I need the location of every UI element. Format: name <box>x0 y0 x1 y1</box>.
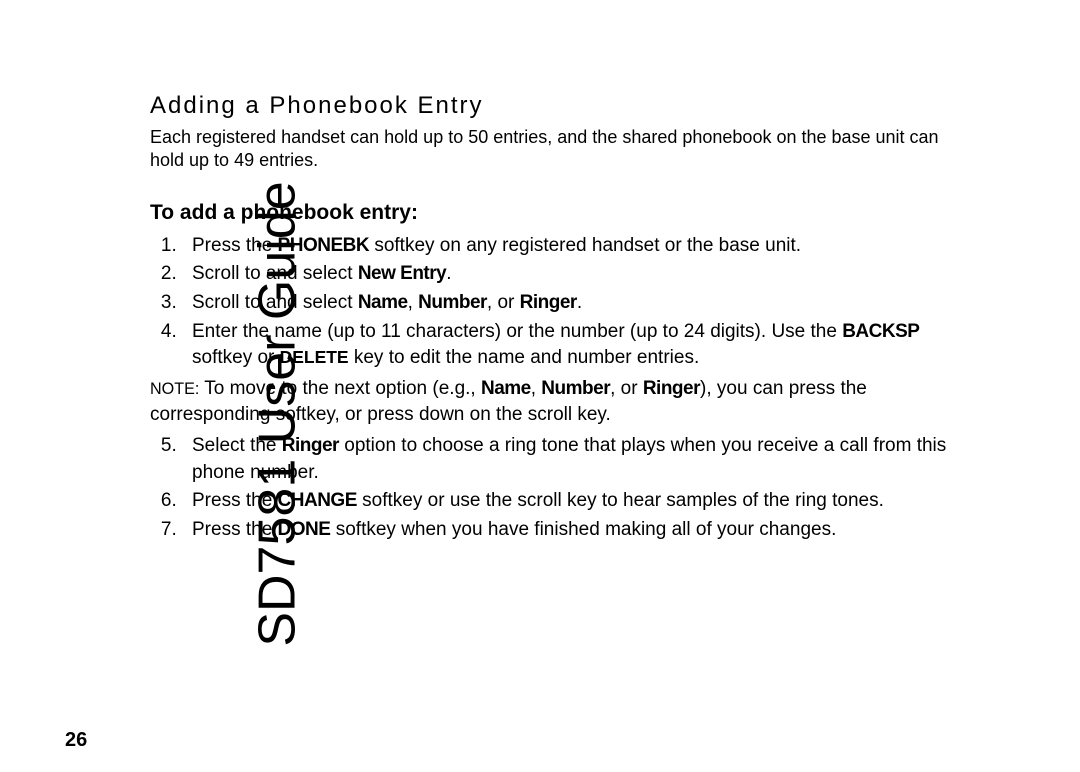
field-number: Number <box>418 292 487 313</box>
page-content: Adding a Phonebook Entry Each registered… <box>150 92 960 545</box>
step-1: Press the PHONEBK softkey on any registe… <box>182 233 960 260</box>
menu-new-entry: New Entry <box>358 263 446 284</box>
field-name: Name <box>358 292 408 313</box>
field-name: Name <box>481 378 531 399</box>
instruction-list-continued: Select the Ringer option to choose a rin… <box>150 433 960 543</box>
step-6: Press the CHANGE softkey or use the scro… <box>182 488 960 515</box>
note-block: NOTE: To move to the next option (e.g., … <box>150 376 960 429</box>
sub-heading: To add a phonebook entry: <box>150 201 960 225</box>
note-label: NOTE: <box>150 380 199 398</box>
field-number: Number <box>541 378 610 399</box>
instruction-list: Press the PHONEBK softkey on any registe… <box>150 233 960 372</box>
step-7: Press the DONE softkey when you have fin… <box>182 517 960 544</box>
page-number: 26 <box>65 729 87 752</box>
step-4: Enter the name (up to 11 characters) or … <box>182 319 960 372</box>
step-2: Scroll to and select New Entry. <box>182 261 960 288</box>
key-delete: DELETE <box>280 347 349 367</box>
section-heading: Adding a Phonebook Entry <box>150 92 960 120</box>
field-ringer: Ringer <box>282 435 339 456</box>
intro-paragraph: Each registered handset can hold up to 5… <box>150 126 960 173</box>
step-3: Scroll to and select Name, Number, or Ri… <box>182 290 960 317</box>
softkey-change: CHANGE <box>278 490 357 511</box>
step-5: Select the Ringer option to choose a rin… <box>182 433 960 486</box>
softkey-done: DONE <box>278 519 331 540</box>
field-ringer: Ringer <box>520 292 577 313</box>
softkey-backsp: BACKSP <box>842 321 919 342</box>
field-ringer: Ringer <box>643 378 700 399</box>
softkey-phonebk: PHONEBK <box>278 235 370 256</box>
